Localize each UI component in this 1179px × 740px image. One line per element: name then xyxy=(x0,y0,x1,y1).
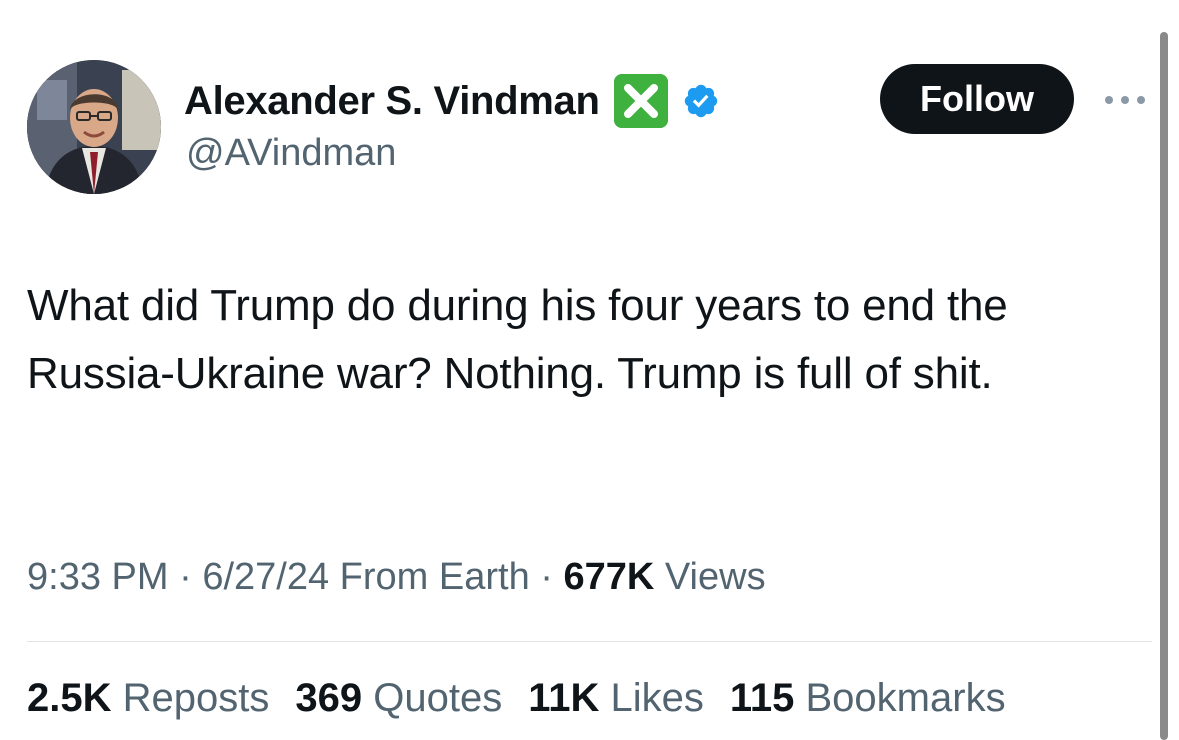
meta-separator: · xyxy=(529,556,564,598)
reposts-count: 2.5K xyxy=(27,676,112,720)
bookmarks-stat[interactable]: 115 Bookmarks xyxy=(730,676,1006,721)
quotes-count: 369 xyxy=(295,676,363,720)
likes-stat[interactable]: 11K Likes xyxy=(528,676,704,721)
scrollbar[interactable] xyxy=(1160,32,1168,740)
tweet-date[interactable]: 6/27/24 xyxy=(202,556,329,598)
tweet-text: What did Trump do during his four years … xyxy=(27,281,1008,398)
divider xyxy=(27,641,1152,642)
views-label: Views xyxy=(654,556,766,598)
bookmarks-label: Bookmarks xyxy=(794,676,1006,720)
reposts-stat[interactable]: 2.5K Reposts xyxy=(27,676,269,721)
reposts-label: Reposts xyxy=(111,676,270,720)
quotes-stat[interactable]: 369 Quotes xyxy=(295,676,502,721)
bookmarks-count: 115 xyxy=(729,676,795,720)
tweet-meta: 9:33 PM · 6/27/24 From Earth · 677K View… xyxy=(27,556,766,599)
author-handle[interactable]: @AVindman xyxy=(186,132,396,175)
cross-mark-emoji-icon xyxy=(613,74,668,128)
author-name[interactable]: Alexander S. Vindman xyxy=(184,79,600,124)
author-name-row: Alexander S. Vindman xyxy=(184,74,720,128)
avatar[interactable] xyxy=(27,60,161,194)
likes-label: Likes xyxy=(599,676,704,720)
tweet-card: Alexander S. Vindman @AVindman Follow Wh… xyxy=(0,0,1179,740)
follow-button[interactable]: Follow xyxy=(880,64,1074,134)
quotes-label: Quotes xyxy=(362,676,503,720)
likes-count: 11K xyxy=(528,676,600,720)
views-count: 677K xyxy=(563,556,655,598)
engagement-stats: 2.5K Reposts 369 Quotes 11K Likes 115 Bo… xyxy=(27,676,1032,721)
avatar-image xyxy=(27,60,161,194)
more-options-icon[interactable] xyxy=(1100,90,1150,110)
tweet-location: From Earth xyxy=(329,556,530,598)
meta-separator: · xyxy=(168,556,203,598)
verified-badge-icon xyxy=(682,82,720,120)
tweet-time[interactable]: 9:33 PM xyxy=(27,556,169,598)
